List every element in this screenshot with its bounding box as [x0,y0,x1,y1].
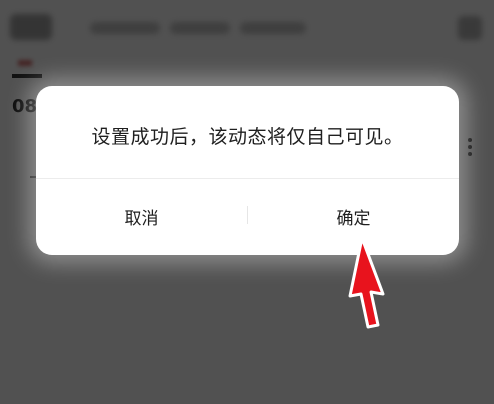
dialog-message: 设置成功后，该动态将仅自己可见。 [91,126,404,148]
dialog-button-row: 取消 确定 [36,179,459,255]
confirm-button[interactable]: 确定 [248,179,459,255]
cancel-button[interactable]: 取消 [36,179,247,255]
confirm-dialog: 设置成功后，该动态将仅自己可见。 取消 确定 [36,86,459,255]
screen: 08 设置成功后，该动态将仅自己可见。 取消 确定 [0,0,494,404]
